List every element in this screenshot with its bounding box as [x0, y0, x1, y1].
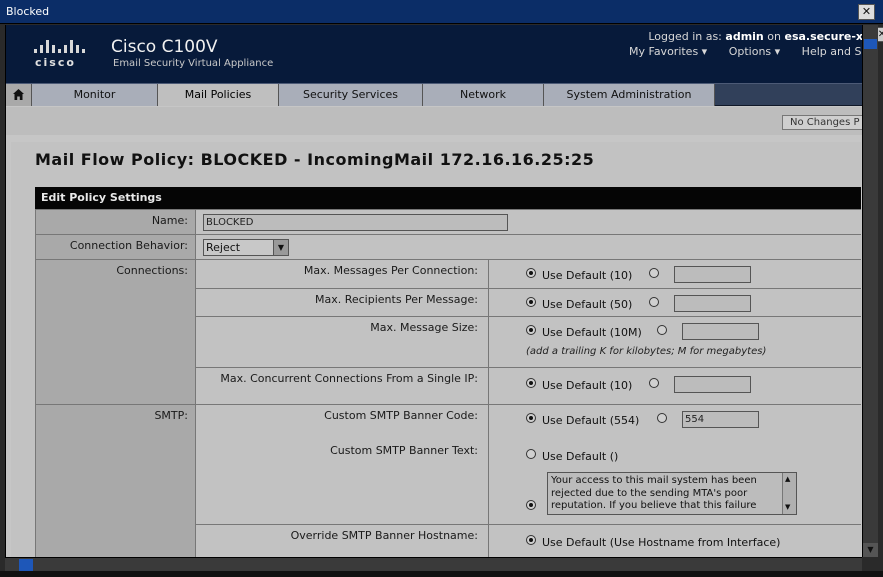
use-default-radio[interactable]: [526, 535, 536, 545]
brand-wordmark: cisco: [35, 56, 76, 69]
banner-code-label: Custom SMTP Banner Code:: [324, 409, 478, 422]
hostname-label: Override SMTP Banner Hostname:: [196, 525, 489, 557]
name-label: Name:: [36, 210, 196, 235]
custom-value-radio[interactable]: [649, 297, 659, 307]
name-input[interactable]: BLOCKED: [203, 214, 508, 231]
username: admin: [725, 30, 764, 43]
app-header: cisco Cisco C100V Email Security Virtual…: [6, 25, 862, 83]
product-subtitle: Email Security Virtual Appliance: [113, 58, 274, 69]
max-concurrent-cell: Use Default (10): [489, 368, 861, 405]
banner-text-textarea[interactable]: Your access to this mail system has been…: [547, 472, 797, 515]
tab-system-administration[interactable]: System Administration: [544, 84, 715, 106]
scroll-thumb[interactable]: [864, 39, 877, 49]
max-size-label: Max. Message Size:: [196, 317, 489, 368]
tab-network[interactable]: Network: [423, 84, 544, 106]
tab-security-services[interactable]: Security Services: [279, 84, 423, 106]
max-size-cell: Use Default (10M) (add a trailing K for …: [489, 317, 861, 368]
max-concurrent-input[interactable]: [674, 376, 751, 393]
max-messages-cell: Use Default (10): [489, 260, 861, 289]
main-nav: Monitor Mail Policies Security Services …: [6, 83, 862, 106]
max-concurrent-label: Max. Concurrent Connections From a Singl…: [196, 368, 489, 405]
use-default-radio[interactable]: [526, 268, 536, 278]
scroll-thumb[interactable]: [19, 559, 33, 571]
login-status: Logged in as: admin on esa.secure-x: [648, 30, 862, 43]
window-title: Blocked: [6, 5, 50, 18]
use-default-radio[interactable]: [526, 378, 536, 388]
tab-mail-policies[interactable]: Mail Policies: [158, 84, 279, 106]
custom-value-radio[interactable]: [649, 268, 659, 278]
smtp-label: SMTP:: [36, 405, 196, 557]
smtp-banner-labels: Custom SMTP Banner Code: Custom SMTP Ban…: [196, 405, 489, 525]
hostname-cell: Use Default (Use Hostname from Interface…: [489, 525, 861, 557]
max-recipients-input[interactable]: [674, 295, 751, 312]
hostname: esa.secure-x: [784, 30, 862, 43]
custom-value-radio[interactable]: [657, 325, 667, 335]
my-favorites-menu[interactable]: My Favorites ▾: [629, 45, 707, 58]
custom-value-radio[interactable]: [526, 500, 536, 510]
use-default-radio[interactable]: [526, 449, 536, 459]
connection-behavior-select[interactable]: Reject ▼: [203, 239, 289, 256]
custom-value-radio[interactable]: [657, 413, 667, 423]
horizontal-scrollbar[interactable]: [5, 557, 862, 571]
browser-viewport: cisco Cisco C100V Email Security Virtual…: [5, 25, 862, 557]
product-name: Cisco C100V: [111, 37, 218, 57]
header-links: My Favorites ▾ Options ▾ Help and Sup: [629, 45, 862, 58]
window-titlebar: Blocked ✕: [0, 0, 883, 24]
use-default-radio[interactable]: [526, 297, 536, 307]
help-support-menu[interactable]: Help and Sup: [802, 45, 862, 58]
page-title: Mail Flow Policy: BLOCKED - IncomingMail…: [35, 150, 595, 169]
toolbar: No Changes P: [6, 107, 862, 135]
policy-form: Name: BLOCKED Connection Behavior: Rejec…: [35, 209, 861, 557]
options-menu[interactable]: Options ▾: [729, 45, 780, 58]
size-hint: (add a trailing K for kilobytes; M for m…: [526, 346, 767, 357]
section-header: Edit Policy Settings: [35, 187, 861, 209]
vertical-scrollbar[interactable]: ▼: [862, 25, 878, 557]
banner-code-input[interactable]: 554: [682, 411, 759, 428]
taskbar-strip: [0, 571, 883, 577]
no-changes-pending-button[interactable]: No Changes P: [782, 115, 862, 130]
tab-monitor[interactable]: Monitor: [32, 84, 158, 106]
chevron-down-icon: ▼: [273, 240, 288, 255]
scroll-down-icon[interactable]: ▼: [863, 543, 878, 557]
max-recipients-label: Max. Recipients Per Message:: [196, 289, 489, 317]
use-default-radio[interactable]: [526, 413, 536, 423]
name-cell: BLOCKED: [196, 210, 861, 235]
custom-value-radio[interactable]: [649, 378, 659, 388]
use-default-radio[interactable]: [526, 325, 536, 335]
max-messages-input[interactable]: [674, 266, 751, 283]
textarea-scrollbar[interactable]: [782, 473, 796, 514]
close-icon[interactable]: ✕: [858, 4, 875, 20]
max-recipients-cell: Use Default (50): [489, 289, 861, 317]
banner-text-label: Custom SMTP Banner Text:: [330, 444, 478, 457]
page-content: Mail Flow Policy: BLOCKED - IncomingMail…: [11, 142, 861, 557]
home-icon[interactable]: [6, 84, 32, 106]
behavior-label: Connection Behavior:: [36, 235, 196, 260]
connections-label: Connections:: [36, 260, 196, 405]
max-size-input[interactable]: [682, 323, 759, 340]
max-messages-label: Max. Messages Per Connection:: [196, 260, 489, 289]
cisco-logo-icon: [34, 39, 94, 53]
behavior-cell: Reject ▼: [196, 235, 861, 260]
smtp-banner-cell: Use Default (554) 554 Use Default () You…: [489, 405, 861, 525]
